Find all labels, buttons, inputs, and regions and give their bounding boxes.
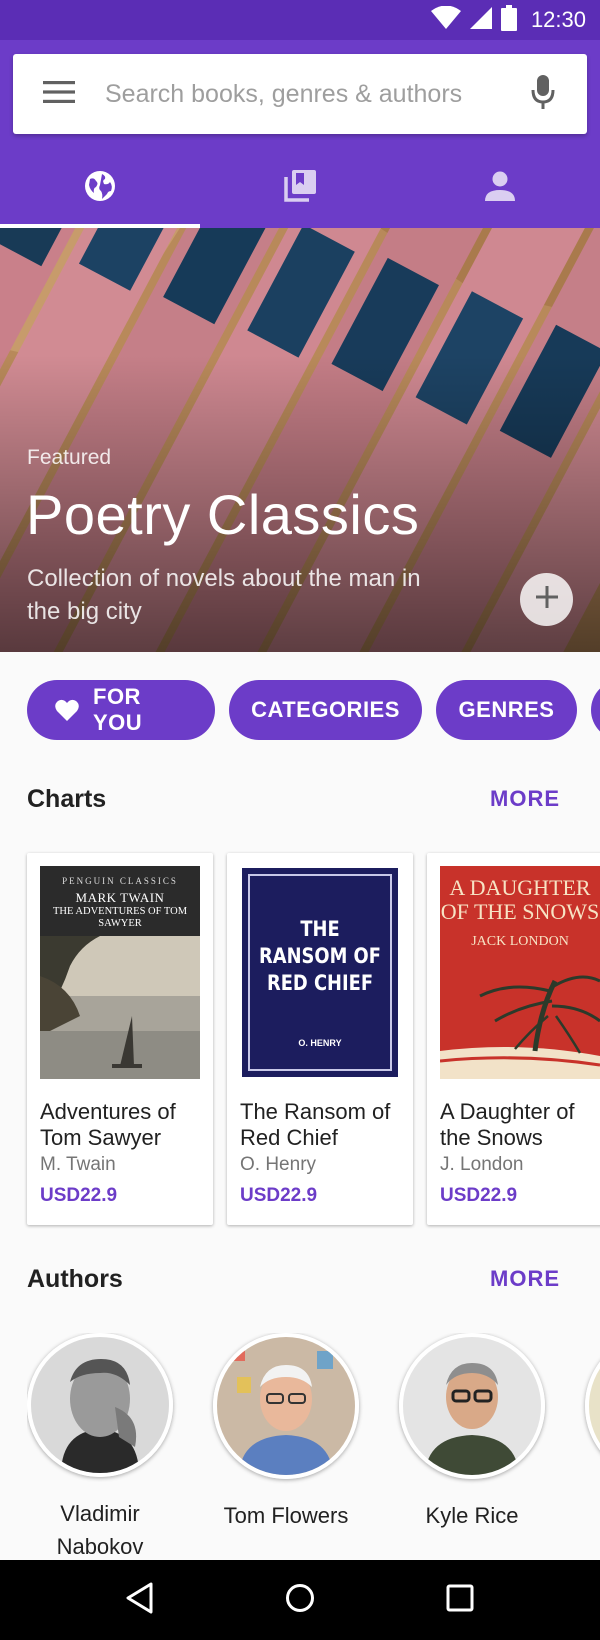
app-bar: [0, 40, 600, 228]
menu-button[interactable]: [13, 54, 105, 134]
authors-header: Authors MORE: [27, 1259, 560, 1299]
tab-bar: [0, 148, 600, 228]
book-title: The Ransom of Red Chief: [240, 1099, 391, 1150]
chip-genres[interactable]: GENRES: [436, 680, 577, 740]
status-icons: 12:30: [430, 4, 586, 36]
book-cover: PENGUIN CLASSICS MARK TWAIN THE ADVENTUR…: [40, 866, 200, 1079]
tab-account[interactable]: [400, 148, 600, 228]
microphone-icon: [531, 74, 555, 114]
author-name: Vladimir Nabokov: [56, 1501, 144, 1559]
book-card[interactable]: A DAUGHTER OF THE SNOWS JACK LONDON A Da…: [427, 853, 600, 1225]
chip-categories[interactable]: CATEGORIES: [229, 680, 422, 740]
cellular-signal-icon: [469, 6, 493, 35]
featured-title: Poetry Classics: [26, 483, 420, 546]
status-time: 12:30: [530, 7, 586, 32]
book-author: O. Henry: [240, 1154, 317, 1175]
avatar: [213, 1333, 359, 1479]
book-price: USD22.9: [240, 1185, 318, 1206]
wifi-icon: [430, 5, 461, 35]
section-title: Charts: [27, 784, 107, 813]
book-cover: A DAUGHTER OF THE SNOWS JACK LONDON: [440, 866, 600, 1079]
authors-more-button[interactable]: MORE: [490, 1266, 560, 1292]
cover-title: THE RANSOM OF RED CHIEF: [259, 917, 381, 995]
chip-for-you[interactable]: FOR YOU: [27, 680, 215, 740]
heart-icon: [55, 699, 79, 721]
system-navigation-bar: [0, 1560, 600, 1640]
section-title: Authors: [27, 1264, 123, 1293]
cover-author: O. HENRY: [298, 1038, 342, 1048]
status-bar: 12:30: [0, 0, 600, 40]
chip-label: FOR YOU: [93, 684, 143, 735]
featured-description: Collection of novels about the man in th…: [27, 565, 421, 625]
featured-label: Featured: [27, 446, 112, 469]
author-item[interactable]: H: [585, 1333, 600, 1563]
author-name: Tom Flowers: [223, 1503, 349, 1528]
book-author: J. London: [440, 1154, 524, 1175]
cover-author: MARK TWAIN: [75, 890, 165, 905]
tab-library[interactable]: [200, 148, 400, 228]
book-card[interactable]: PENGUIN CLASSICS MARK TWAIN THE ADVENTUR…: [27, 853, 213, 1225]
cover-title: THE ADVENTURES OF TOM SAWYER: [52, 906, 188, 929]
featured-banner[interactable]: Featured Poetry Classics Collection of n…: [0, 228, 600, 652]
battery-icon: [500, 4, 517, 36]
book-card[interactable]: THE RANSOM OF RED CHIEF O. HENRY The Ran…: [227, 853, 413, 1225]
search-bar: [13, 54, 587, 134]
plus-icon: [535, 586, 558, 613]
cover-illustration: [40, 936, 200, 1079]
tab-explore[interactable]: [0, 148, 200, 228]
charts-more-button[interactable]: MORE: [490, 786, 560, 812]
cover-illustration: [440, 961, 600, 1079]
authors-list: Vladimir Nabokov Tom Flowers Kyle Rice: [27, 1333, 600, 1563]
author-name: H: [578, 1499, 600, 1532]
chip-label: GENRES: [458, 697, 555, 722]
back-button[interactable]: [100, 1560, 180, 1640]
author-name: Kyle Rice: [425, 1503, 519, 1528]
home-button[interactable]: [260, 1560, 340, 1640]
book-price: USD22.9: [40, 1185, 118, 1206]
avatar: [585, 1333, 600, 1479]
cover-author: JACK LONDON: [471, 934, 569, 949]
book-author: M. Twain: [40, 1154, 116, 1175]
filter-chips: FOR YOU CATEGORIES GENRES: [27, 680, 600, 740]
back-triangle-icon: [125, 1582, 155, 1619]
add-featured-button[interactable]: [520, 573, 573, 626]
book-price: USD22.9: [440, 1185, 518, 1206]
library-books-icon: [283, 169, 317, 208]
globe-icon: [84, 170, 116, 207]
search-input[interactable]: [105, 79, 499, 109]
person-icon: [485, 171, 515, 206]
author-item[interactable]: Vladimir Nabokov: [27, 1333, 173, 1563]
chip-partial[interactable]: [591, 680, 600, 740]
chip-label: CATEGORIES: [251, 697, 400, 722]
book-title: A Daughter of the Snows: [440, 1099, 575, 1150]
cover-title: A DAUGHTER OF THE SNOWS: [440, 875, 600, 924]
home-circle-icon: [285, 1583, 315, 1618]
recents-square-icon: [446, 1584, 474, 1617]
avatar: [399, 1333, 545, 1479]
author-item[interactable]: Tom Flowers: [213, 1333, 359, 1563]
cover-publisher: PENGUIN CLASSICS: [62, 876, 178, 886]
book-cover: THE RANSOM OF RED CHIEF O. HENRY: [240, 866, 400, 1079]
book-title: Adventures of Tom Sawyer: [40, 1099, 176, 1150]
charts-header: Charts MORE: [27, 779, 560, 819]
author-item[interactable]: Kyle Rice: [399, 1333, 545, 1563]
charts-list: PENGUIN CLASSICS MARK TWAIN THE ADVENTUR…: [27, 853, 600, 1227]
menu-icon: [43, 80, 75, 108]
recents-button[interactable]: [420, 1560, 500, 1640]
avatar: [27, 1333, 173, 1477]
voice-search-button[interactable]: [499, 54, 587, 134]
